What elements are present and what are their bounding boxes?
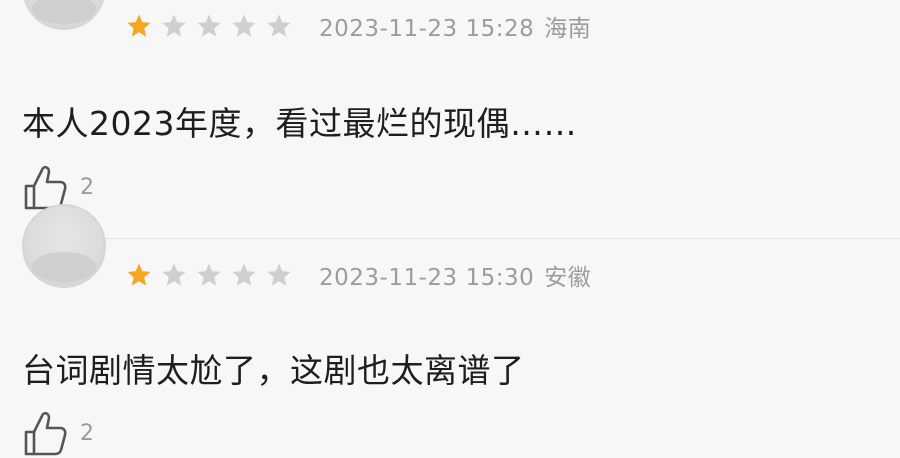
user-avatar[interactable] xyxy=(22,0,106,30)
star-filled-icon xyxy=(126,262,152,288)
like-count: 2 xyxy=(80,420,94,446)
star-empty-icon xyxy=(231,262,257,288)
review-content: 本人2023年度，看过最烂的现偶…… xyxy=(22,104,577,143)
review-timestamp: 2023-11-23 15:28 xyxy=(319,16,535,42)
like-count: 2 xyxy=(80,174,94,200)
review-content: 台词剧情太尬了，这剧也太离谱了 xyxy=(22,351,525,390)
review-meta-text: 2023-11-23 15:30 安徽 xyxy=(319,258,591,292)
star-rating xyxy=(126,262,301,288)
star-filled-icon xyxy=(126,13,152,39)
thumbs-up-icon xyxy=(24,411,67,456)
review-location: 安徽 xyxy=(544,265,592,291)
review-meta: 2023-11-23 15:28 海南 xyxy=(126,8,591,44)
star-empty-icon xyxy=(161,262,187,288)
star-empty-icon xyxy=(266,13,292,39)
star-rating xyxy=(126,13,301,39)
user-avatar[interactable] xyxy=(22,204,106,288)
star-empty-icon xyxy=(196,262,222,288)
review-meta-text: 2023-11-23 15:28 海南 xyxy=(319,9,591,43)
star-empty-icon xyxy=(266,262,292,288)
star-empty-icon xyxy=(161,13,187,39)
review-divider xyxy=(22,238,900,239)
review-location: 海南 xyxy=(544,16,592,42)
star-empty-icon xyxy=(231,13,257,39)
review-meta: 2023-11-23 15:30 安徽 xyxy=(126,257,591,293)
review-timestamp: 2023-11-23 15:30 xyxy=(319,265,535,291)
star-empty-icon xyxy=(196,13,222,39)
like-button[interactable]: 2 xyxy=(22,408,94,458)
